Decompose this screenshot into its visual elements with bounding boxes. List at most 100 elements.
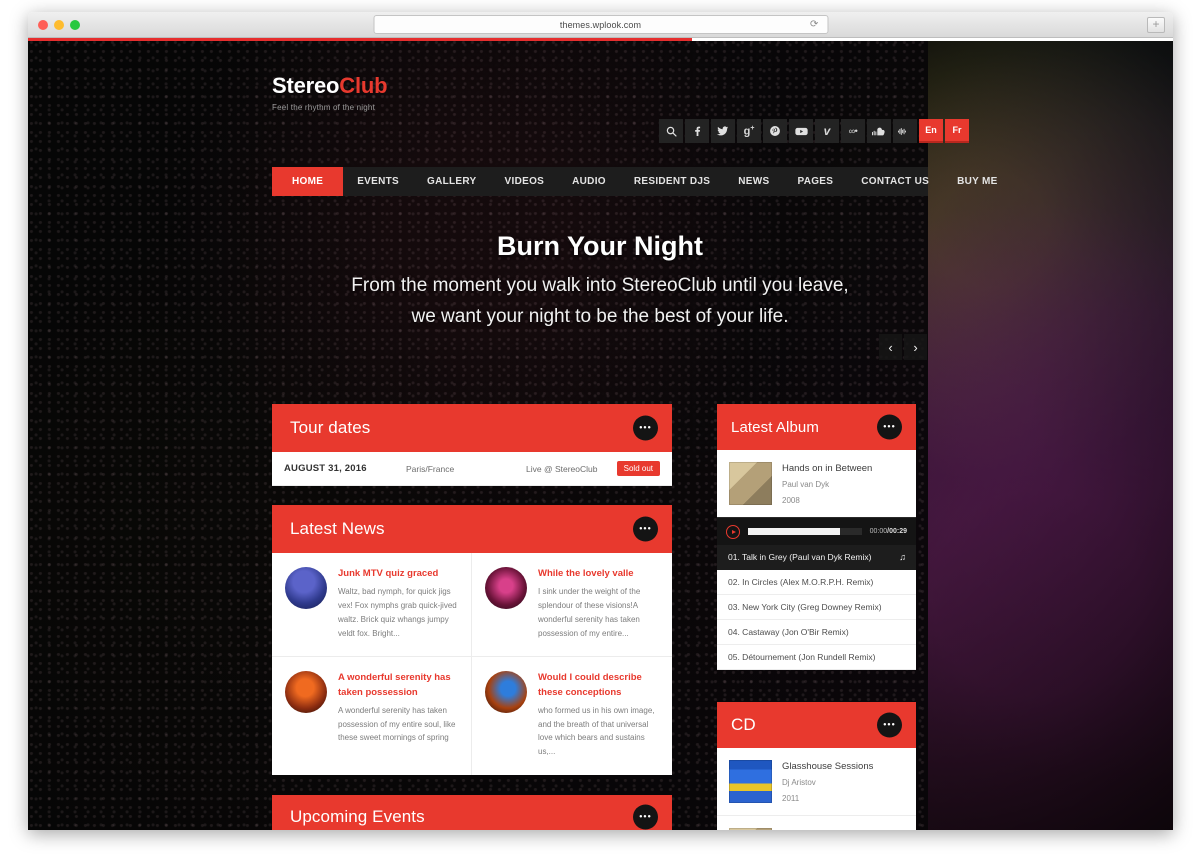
youtube-icon[interactable] xyxy=(789,119,813,143)
track-label: 05. Détournement (Jon Rundell Remix) xyxy=(728,652,876,662)
pinterest-icon[interactable] xyxy=(763,119,787,143)
track-label: 01. Talk in Grey (Paul van Dyk Remix) xyxy=(728,552,872,562)
track-row[interactable]: 01. Talk in Grey (Paul van Dyk Remix) ♫ xyxy=(717,545,916,570)
latest-news-more-button[interactable]: ••• xyxy=(633,516,658,542)
google-plus-icon[interactable]: g+ xyxy=(737,119,761,143)
language-fr-button[interactable]: Fr xyxy=(945,119,969,143)
upcoming-events-widget: Upcoming Events ••• xyxy=(272,795,672,830)
reload-icon[interactable]: ⟳ xyxy=(810,20,820,30)
news-item-excerpt: Waltz, bad nymph, for quick jigs vex! Fo… xyxy=(338,587,457,638)
nav-item-videos[interactable]: VIDEOS xyxy=(491,167,559,196)
soundcloud-icon[interactable] xyxy=(867,119,891,143)
language-en-button[interactable]: En xyxy=(919,119,943,143)
cd-item-artist: Dj Aristov xyxy=(782,777,816,787)
nav-item-news[interactable]: NEWS xyxy=(724,167,783,196)
tour-dates-more-button[interactable]: ••• xyxy=(633,415,658,441)
news-item-title[interactable]: Would I could describe these conceptions xyxy=(538,671,659,700)
tour-venue-value: Live @ StereoClub xyxy=(526,463,598,474)
track-row[interactable]: 03. New York City (Greg Downey Remix) xyxy=(717,595,916,620)
latest-album-body: Hands on in Between Paul van Dyk 2008 00… xyxy=(717,450,916,670)
album-release-row[interactable]: Hands on in Between Paul van Dyk 2008 xyxy=(717,450,916,517)
window-controls[interactable] xyxy=(38,19,80,30)
nav-item-audio[interactable]: AUDIO xyxy=(558,167,620,196)
latest-news-header: Latest News ••• xyxy=(272,505,672,553)
search-icon[interactable] xyxy=(659,119,683,143)
cd-item-title: Hands on in Between xyxy=(782,828,872,830)
tour-dates-widget: Tour dates ••• AUGUST 31, 2016 Paris/Fra… xyxy=(272,404,672,486)
slider-prev-arrow-icon[interactable]: ‹ xyxy=(879,334,902,360)
hero-subtitle-line-2: we want your night to be the best of you… xyxy=(411,305,789,327)
latest-album-widget: Latest Album ••• Hands on in Between Pau… xyxy=(717,404,916,670)
browser-titlebar: themes.wplook.com ⟳ + xyxy=(28,12,1173,38)
news-item[interactable]: A wonderful serenity has taken possessio… xyxy=(272,657,472,775)
track-row[interactable]: 04. Castaway (Jon O'Bir Remix) xyxy=(717,620,916,645)
news-item-excerpt: who formed us in his own image, and the … xyxy=(538,705,655,756)
news-item-excerpt: I sink under the weight of the splendour… xyxy=(538,587,641,638)
mixcloud-icon[interactable] xyxy=(893,119,917,143)
news-item-title[interactable]: A wonderful serenity has taken possessio… xyxy=(338,671,458,700)
news-thumbnail xyxy=(485,567,527,609)
twitter-icon[interactable] xyxy=(711,119,735,143)
site-logo[interactable]: StereoClub Feel the rhythm of the night xyxy=(272,73,388,112)
track-row[interactable]: 05. Détournement (Jon Rundell Remix) xyxy=(717,645,916,670)
latest-album-title: Latest Album xyxy=(731,418,819,436)
facebook-icon[interactable] xyxy=(685,119,709,143)
audio-seek-progress xyxy=(748,528,841,535)
tour-date-value: AUGUST 31, 2016 xyxy=(284,463,367,474)
upcoming-events-more-button[interactable]: ••• xyxy=(633,804,658,830)
cd-cover-art xyxy=(729,828,772,830)
nav-item-pages[interactable]: PAGES xyxy=(783,167,847,196)
news-item[interactable]: Would I could describe these conceptions… xyxy=(472,657,672,775)
cd-item[interactable]: Glasshouse Sessions Dj Aristov 2011 xyxy=(717,748,916,815)
new-tab-button[interactable]: + xyxy=(1147,17,1165,33)
nav-item-resident-djs[interactable]: RESIDENT DJS xyxy=(620,167,724,196)
latest-news-widget: Latest News ••• Junk MTV quiz graced Wal… xyxy=(272,505,672,775)
album-release-artist: Paul van Dyk xyxy=(782,479,830,489)
vimeo-icon[interactable]: v xyxy=(815,119,839,143)
news-item-excerpt: A wonderful serenity has taken possessio… xyxy=(338,705,456,743)
music-note-icon: ♫ xyxy=(899,552,906,562)
news-item[interactable]: While the lovely valle I sink under the … xyxy=(472,553,672,658)
zoom-window-button[interactable] xyxy=(70,19,80,30)
news-thumbnail xyxy=(485,671,527,714)
slider-next-arrow-icon[interactable]: › xyxy=(904,334,927,360)
brand-title-second: Club xyxy=(339,73,388,98)
page-viewport: StereoClub Feel the rhythm of the night xyxy=(28,41,1173,830)
latest-news-body: Junk MTV quiz graced Waltz, bad nymph, f… xyxy=(272,553,672,775)
news-item[interactable]: Junk MTV quiz graced Waltz, bad nymph, f… xyxy=(272,553,472,658)
news-item-title[interactable]: While the lovely valle xyxy=(538,567,659,581)
news-thumbnail xyxy=(285,671,327,714)
tour-place-value: Paris/France xyxy=(406,463,455,474)
album-release-title: Hands on in Between xyxy=(782,463,873,474)
latest-album-more-button[interactable]: ••• xyxy=(877,414,902,440)
nav-item-buy-me[interactable]: BUY ME xyxy=(943,167,1012,196)
nav-item-events[interactable]: EVENTS xyxy=(343,167,413,196)
cd-cover-art xyxy=(729,760,772,803)
hero-slide: Burn Your Night From the moment you walk… xyxy=(272,231,928,333)
nav-item-contact-us[interactable]: CONTACT US xyxy=(847,167,943,196)
audio-time-display: 00:00/00:29 xyxy=(870,528,907,535)
upcoming-events-title: Upcoming Events xyxy=(290,807,425,826)
tour-status-badge[interactable]: Sold out xyxy=(616,461,660,476)
audio-seek-bar[interactable] xyxy=(748,528,862,535)
minimize-window-button[interactable] xyxy=(54,19,64,30)
fivehundredpx-icon[interactable]: ∞• xyxy=(841,119,865,143)
cd-item[interactable]: Hands on in Between Paul van Dyk xyxy=(717,815,916,830)
address-bar-url: themes.wplook.com xyxy=(559,19,642,30)
cd-body: Glasshouse Sessions Dj Aristov 2011 Hand… xyxy=(717,748,916,830)
cd-more-button[interactable]: ••• xyxy=(877,712,902,738)
album-cover-art xyxy=(729,462,772,505)
tour-dates-title: Tour dates xyxy=(290,418,371,437)
nav-item-gallery[interactable]: GALLERY xyxy=(413,167,491,196)
brand-title-first: Stereo xyxy=(272,73,340,98)
cd-widget: CD ••• Glasshouse Sessions Dj Aristov 20… xyxy=(717,702,916,830)
hero-subtitle-line-1: From the moment you walk into StereoClub… xyxy=(351,275,849,296)
address-bar[interactable]: themes.wplook.com ⟳ xyxy=(373,15,828,34)
cd-title: CD xyxy=(731,715,756,734)
track-row[interactable]: 02. In Circles (Alex M.O.R.P.H. Remix) xyxy=(717,570,916,595)
news-item-title[interactable]: Junk MTV quiz graced xyxy=(338,567,458,581)
nav-item-home[interactable]: HOME xyxy=(272,167,344,196)
play-icon[interactable] xyxy=(726,524,740,539)
tour-date-row[interactable]: AUGUST 31, 2016 Paris/France Live @ Ster… xyxy=(272,452,672,486)
close-window-button[interactable] xyxy=(38,19,48,30)
